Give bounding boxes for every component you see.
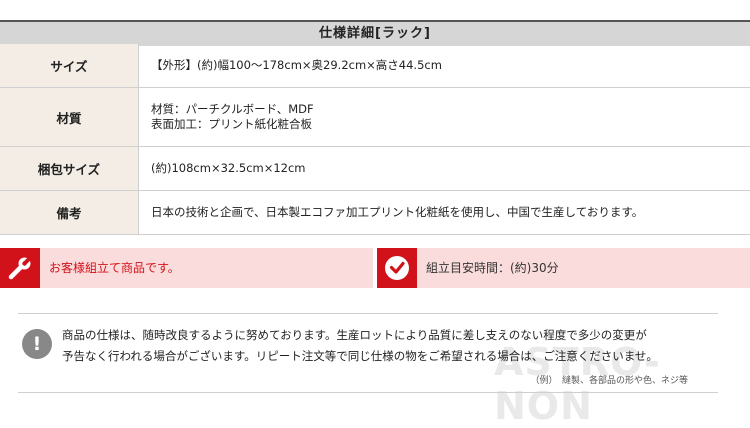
spec-value-remarks: 日本の技術と企画で、日本製エコファ加工プリント化粧紙を使用し、中国で生産しており… [139,191,750,235]
spec-row-remarks: 備考 日本の技術と企画で、日本製エコファ加工プリント化粧紙を使用し、中国で生産し… [0,191,750,235]
assembly-required-text: お客様組立て商品です。 [49,248,180,288]
spec-row-package-size: 梱包サイズ (約)108cm×32.5cm×12cm [0,147,750,191]
wrench-icon [0,248,40,288]
spec-label-package-size: 梱包サイズ [0,147,139,191]
spec-label-size: サイズ [0,44,139,88]
clock-icon [377,248,417,288]
notice-line: 予告なく行われる場合がございます。リピート注文等で同じ仕様の物をご希望される場合… [62,346,712,367]
spec-table: サイズ 【外形】(約)幅100〜178cm×奥29.2cm×高さ44.5cm 材… [0,44,750,235]
spec-value-size: 【外形】(約)幅100〜178cm×奥29.2cm×高さ44.5cm [139,44,750,88]
notice-box: ! 商品の仕様は、随時改良するように努めております。生産ロットにより品質に差し支… [18,313,718,393]
spec-row-material: 材質 材質：パーチクルボード、MDF 表面加工：プリント紙化粧合板 [0,88,750,147]
spec-title: 仕様詳細[ラック] [0,20,750,46]
exclamation-icon: ! [22,329,52,359]
spec-value-line: 表面加工：プリント紙化粧合板 [151,117,749,132]
spec-value-line: 日本の技術と企画で、日本製エコファ加工プリント化粧紙を使用し、中国で生産しており… [151,205,749,220]
notice-example: （例） 縫製、各部品の形や色、ネジ等 [530,373,688,386]
assembly-required-banner: お客様組立て商品です。 [0,248,373,288]
spec-row-size: サイズ 【外形】(約)幅100〜178cm×奥29.2cm×高さ44.5cm [0,44,750,88]
spec-value-material: 材質：パーチクルボード、MDF 表面加工：プリント紙化粧合板 [139,88,750,147]
spec-value-line: 【外形】(約)幅100〜178cm×奥29.2cm×高さ44.5cm [151,58,749,73]
spec-value-package-size: (約)108cm×32.5cm×12cm [139,147,750,191]
spec-label-material: 材質 [0,88,139,147]
spec-value-line: (約)108cm×32.5cm×12cm [151,161,749,176]
notice-text: 商品の仕様は、随時改良するように努めております。生産ロットにより品質に差し支えの… [62,325,712,367]
spec-value-line: 材質：パーチクルボード、MDF [151,102,749,117]
spec-label-remarks: 備考 [0,191,139,235]
assembly-time-banner: 組立目安時間：(約)30分 [377,248,750,288]
assembly-time-text: 組立目安時間：(約)30分 [426,248,559,288]
notice-line: 商品の仕様は、随時改良するように努めております。生産ロットにより品質に差し支えの… [62,325,712,346]
